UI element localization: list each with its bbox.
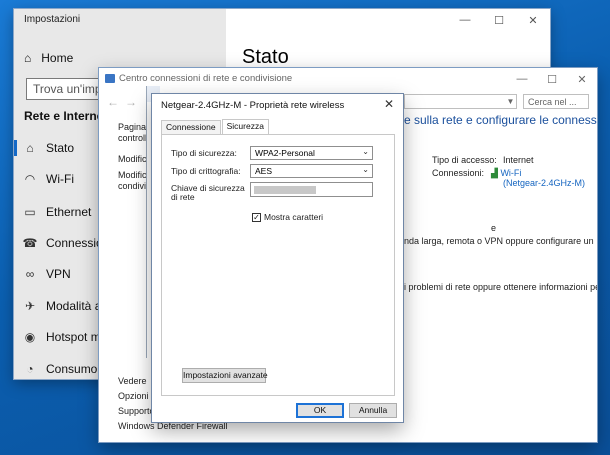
nav-item-label: Ethernet: [46, 205, 92, 219]
security-type-value: WPA2-Personal: [255, 148, 315, 158]
chevron-down-icon: ⌄: [362, 165, 369, 174]
checkbox-checked-icon: ✓: [252, 212, 261, 222]
left-link[interactable]: Windows Defender Firewall: [118, 421, 228, 432]
network-center-titlebar: Centro connessioni di rete e condivision…: [99, 68, 597, 90]
left-link[interactable]: Modific: [118, 154, 147, 165]
left-link[interactable]: Supporto: [118, 406, 155, 417]
network-key-field[interactable]: [250, 182, 373, 197]
network-center-text: i problemi di rete oppure ottenere infor…: [404, 282, 597, 292]
network-key-label-2: di rete: [171, 192, 195, 202]
access-type-value: Internet: [503, 155, 534, 165]
minimize-icon[interactable]: —: [448, 9, 482, 31]
nav-arrows-icon[interactable]: ←→: [107, 95, 143, 109]
network-center-window-controls: — ☐ ✕: [507, 68, 597, 90]
dialog-title: Netgear-2.4GHz-M - Proprietà rete wirele…: [161, 100, 345, 111]
show-characters-label: Mostra caratteri: [264, 212, 324, 222]
access-type-label: Tipo di accesso:: [432, 155, 497, 165]
encryption-label: Tipo di crittografia:: [171, 166, 241, 176]
network-center-app-icon: [105, 74, 115, 83]
settings-window-controls: — ☐ ✕: [448, 9, 550, 31]
left-link: Vedere: [118, 376, 147, 386]
data-usage-icon: ◔: [26, 362, 34, 376]
left-link[interactable]: Modific: [118, 170, 147, 181]
dialup-icon: ☎: [22, 236, 38, 250]
masked-key: [254, 186, 316, 194]
advanced-settings-button[interactable]: Impostazioni avanzate: [182, 368, 268, 383]
maximize-icon[interactable]: ☐: [537, 68, 567, 90]
dialog-titlebar: Netgear-2.4GHz-M - Proprietà rete wirele…: [152, 94, 403, 116]
chevron-down-icon[interactable]: ▼: [504, 94, 517, 109]
wifi-icon: ◠: [24, 172, 36, 186]
home-label: Home: [41, 51, 74, 65]
maximize-icon[interactable]: ☐: [482, 9, 516, 31]
show-characters-checkbox[interactable]: ✓ Mostra caratteri: [252, 212, 323, 222]
tab-sicurezza[interactable]: Sicurezza: [221, 119, 269, 134]
network-center-link[interactable]: e: [491, 223, 496, 233]
settings-home-link[interactable]: ⌂ Home: [24, 49, 73, 67]
left-link[interactable]: Pagina: [118, 122, 146, 133]
dialog-tabs: Connessione Sicurezza: [161, 119, 270, 134]
left-link[interactable]: controll: [118, 133, 147, 144]
network-center-heading: e sulla rete e configurare le connession…: [404, 113, 597, 127]
connection-ssid[interactable]: (Netgear-2.4GHz-M): [503, 178, 585, 188]
security-type-label: Tipo di sicurezza:: [171, 148, 237, 158]
home-icon: ⌂: [24, 51, 32, 65]
encryption-value: AES: [255, 166, 273, 176]
connections-label: Connessioni:: [432, 168, 485, 178]
security-panel: Tipo di sicurezza: WPA2-Personal ⌄ Tipo …: [161, 134, 395, 396]
nav-item-label: Stato: [46, 141, 75, 155]
airplane-icon: ✈: [24, 299, 36, 313]
settings-section-title: Rete e Internet: [24, 109, 108, 123]
close-icon[interactable]: ✕: [516, 9, 550, 31]
close-icon[interactable]: ✕: [567, 68, 597, 90]
wifi-signal-icon: ▟: [491, 168, 498, 178]
minimize-icon[interactable]: —: [507, 68, 537, 90]
cancel-button[interactable]: Annulla: [349, 403, 397, 418]
wireless-properties-dialog: Netgear-2.4GHz-M - Proprietà rete wirele…: [152, 94, 403, 422]
connection-name: Wi-Fi: [500, 168, 522, 178]
ok-button[interactable]: OK: [296, 403, 344, 418]
network-center-search-input[interactable]: Cerca nel ...: [523, 94, 589, 109]
encryption-select[interactable]: AES ⌄: [250, 164, 373, 178]
chevron-down-icon: ⌄: [362, 147, 369, 156]
tab-connessione[interactable]: Connessione: [161, 120, 221, 134]
vpn-icon: ∞: [25, 267, 35, 281]
close-icon[interactable]: ✕: [381, 97, 397, 113]
network-center-title: Centro connessioni di rete e condivision…: [119, 73, 293, 84]
address-field[interactable]: [404, 94, 517, 109]
hotspot-icon: ◉: [24, 330, 36, 344]
ethernet-icon: ▭: [24, 205, 36, 219]
settings-window-title: Impostazioni: [24, 14, 81, 25]
nav-item-label: Wi-Fi: [46, 172, 74, 186]
home-status-icon: ⌂: [26, 141, 34, 155]
settings-page-title: Stato: [242, 46, 289, 68]
network-center-text: nda larga, remota o VPN oppure configura…: [404, 236, 594, 246]
security-type-select[interactable]: WPA2-Personal ⌄: [250, 146, 373, 160]
nav-item-label: VPN: [46, 267, 71, 281]
